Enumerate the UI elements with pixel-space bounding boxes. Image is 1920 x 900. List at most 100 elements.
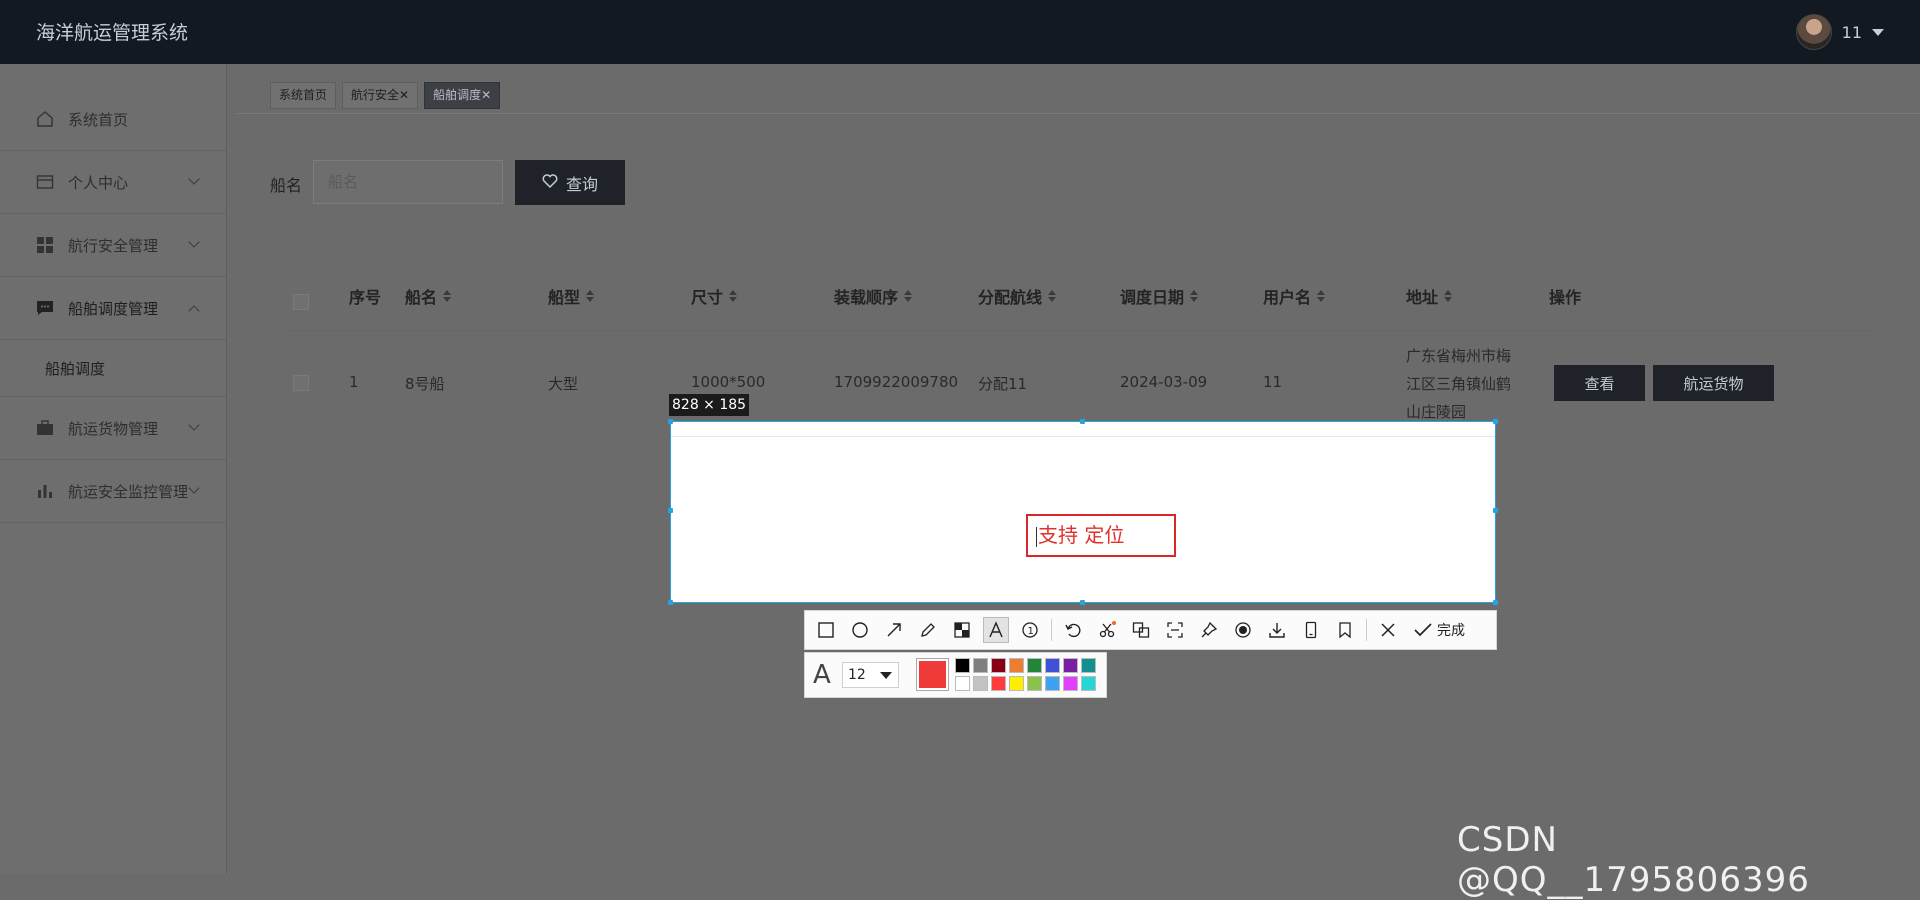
color-swatch[interactable]	[1063, 658, 1078, 673]
sidebar-item-label: 航行安全管理	[68, 236, 159, 255]
record-icon[interactable]	[1230, 617, 1256, 643]
sidebar-item-label: 航运货物管理	[68, 419, 159, 438]
done-button[interactable]: 完成	[1413, 620, 1465, 640]
resize-handle[interactable]	[668, 419, 673, 424]
column-header[interactable]: 分配航线	[978, 284, 1057, 308]
color-swatch[interactable]	[1009, 676, 1024, 691]
sidebar-item-safety-monitoring[interactable]: 航运安全监控管理	[0, 460, 226, 523]
sidebar-item-label: 系统首页	[68, 110, 129, 129]
color-swatch[interactable]	[973, 658, 988, 673]
number-icon[interactable]: 1	[1017, 617, 1043, 643]
user-menu[interactable]: 11	[1795, 14, 1884, 50]
close-icon[interactable]: ✕	[399, 88, 409, 102]
close-icon[interactable]	[1375, 617, 1401, 643]
column-header[interactable]: 装载顺序	[834, 284, 913, 308]
column-header[interactable]: 尺寸	[691, 284, 738, 308]
sidebar-item-personal-center[interactable]: 个人中心	[0, 151, 226, 214]
sort-icon	[729, 290, 738, 302]
text-annotation[interactable]: 支持 定位	[1026, 514, 1176, 557]
cell-index: 1	[349, 373, 359, 391]
color-swatch[interactable]	[955, 658, 970, 673]
view-button[interactable]: 查看	[1554, 365, 1645, 401]
avatar[interactable]	[1795, 14, 1832, 50]
grid-icon	[36, 236, 54, 254]
select-all-checkbox[interactable]	[293, 294, 309, 310]
cell-route: 分配11	[978, 375, 1028, 393]
font-size-select[interactable]: 12	[842, 662, 899, 688]
chevron-down-icon	[188, 482, 200, 494]
sidebar-item-ship-dispatch[interactable]: 船舶调度管理	[0, 277, 226, 340]
query-button[interactable]: 查询	[515, 160, 625, 205]
resize-handle[interactable]	[1080, 419, 1085, 424]
column-header[interactable]: 调度日期	[1120, 284, 1199, 308]
resize-handle[interactable]	[668, 508, 673, 513]
sidebar-item-cargo[interactable]: 航运货物管理	[0, 397, 226, 460]
color-swatch[interactable]	[955, 676, 970, 691]
close-icon[interactable]: ✕	[481, 88, 491, 102]
color-palette	[955, 658, 1097, 692]
color-swatch[interactable]	[1045, 676, 1060, 691]
resize-handle[interactable]	[668, 600, 673, 605]
resize-handle[interactable]	[1493, 419, 1498, 424]
resize-handle[interactable]	[1493, 508, 1498, 513]
cell-user: 11	[1263, 373, 1283, 391]
row-checkbox[interactable]	[293, 375, 309, 391]
color-swatch[interactable]	[991, 658, 1006, 673]
cell-size: 1000*500	[691, 373, 766, 391]
cargo-button[interactable]: 航运货物	[1653, 365, 1774, 401]
pencil-icon[interactable]	[915, 617, 941, 643]
download-icon[interactable]	[1264, 617, 1290, 643]
text-icon[interactable]	[983, 617, 1009, 643]
sidebar-item-home[interactable]: 系统首页	[0, 88, 226, 151]
scan-icon[interactable]	[1162, 617, 1188, 643]
color-swatch[interactable]	[1027, 676, 1042, 691]
color-swatch[interactable]	[1027, 658, 1042, 673]
sort-icon	[1444, 290, 1453, 302]
translate-icon[interactable]	[1128, 617, 1154, 643]
arrow-icon[interactable]	[881, 617, 907, 643]
resize-handle[interactable]	[1080, 600, 1085, 605]
undo-icon[interactable]	[1060, 617, 1086, 643]
heart-icon	[542, 173, 558, 193]
column-header[interactable]: 用户名	[1263, 284, 1326, 308]
color-swatch[interactable]	[1081, 658, 1096, 673]
color-swatch[interactable]	[1009, 658, 1024, 673]
bar-chart-icon	[36, 482, 54, 500]
color-swatch[interactable]	[1045, 658, 1060, 673]
capture-region[interactable]: 支持 定位	[668, 419, 1498, 605]
column-header[interactable]: 船型	[548, 284, 595, 308]
ellipse-icon[interactable]	[847, 617, 873, 643]
scissors-icon[interactable]	[1094, 617, 1120, 643]
text-style-toolbar: A 12	[804, 652, 1107, 698]
mosaic-icon[interactable]	[949, 617, 975, 643]
column-header: 序号	[349, 288, 382, 307]
sidebar-subitem-ship-dispatch[interactable]: 船舶调度	[0, 340, 226, 397]
caret-down-icon[interactable]	[1872, 28, 1884, 36]
ship-name-search-input[interactable]	[313, 160, 503, 204]
tab-home[interactable]: 系统首页	[270, 82, 337, 109]
username[interactable]: 11	[1842, 23, 1862, 42]
check-icon	[1414, 623, 1432, 637]
sort-icon	[1190, 290, 1199, 302]
current-color-swatch[interactable]	[916, 658, 949, 691]
phone-icon[interactable]	[1298, 617, 1324, 643]
pin-icon[interactable]	[1196, 617, 1222, 643]
sidebar-item-navigation-safety[interactable]: 航行安全管理	[0, 214, 226, 277]
color-swatch[interactable]	[1063, 676, 1078, 691]
color-swatch[interactable]	[973, 676, 988, 691]
column-header[interactable]: 地址	[1406, 284, 1453, 308]
bookmark-icon[interactable]	[1332, 617, 1358, 643]
tab-navigation-safety[interactable]: 航行安全✕	[342, 82, 419, 109]
sidebar-item-label: 船舶调度管理	[68, 299, 159, 318]
chevron-down-icon	[188, 173, 200, 185]
sort-icon	[586, 290, 595, 302]
resize-handle[interactable]	[1493, 600, 1498, 605]
color-swatch[interactable]	[991, 676, 1006, 691]
annotation-toolbar: 1 完成	[804, 610, 1497, 650]
briefcase-icon	[36, 419, 54, 437]
chevron-down-icon	[188, 419, 200, 431]
rectangle-icon[interactable]	[813, 617, 839, 643]
color-swatch[interactable]	[1081, 676, 1096, 691]
tab-ship-dispatch[interactable]: 船舶调度✕	[424, 82, 501, 109]
column-header[interactable]: 船名	[405, 284, 452, 308]
